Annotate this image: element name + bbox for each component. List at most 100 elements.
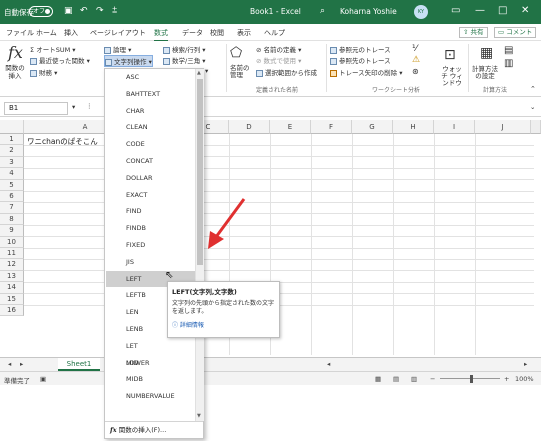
hscroll-left-icon[interactable]: ◂ xyxy=(327,360,330,368)
menu-item-function[interactable]: MIDB xyxy=(106,371,195,388)
row-header[interactable]: 4 xyxy=(0,168,24,180)
evaluate-formula-icon[interactable]: ⊛ xyxy=(412,67,419,76)
lookup-button[interactable]: 検索/行列 ▾ xyxy=(163,44,206,54)
macro-record-icon[interactable]: ▣ xyxy=(40,375,46,383)
scroll-down-icon[interactable]: ▼ xyxy=(197,413,201,419)
row-header[interactable]: 15 xyxy=(0,293,24,305)
prev-sheet-icon[interactable]: ◂ xyxy=(8,360,11,368)
tooltip-more-info-link[interactable]: ⓘ 詳細情報 xyxy=(172,320,275,329)
page-break-view-icon[interactable]: ▥ xyxy=(411,375,417,383)
calc-options-button[interactable]: 計算方法の設定 xyxy=(472,66,498,80)
math-button[interactable]: 数学/三角 ▾ xyxy=(163,55,206,65)
hscroll-right-icon[interactable]: ▸ xyxy=(524,360,527,368)
search-icon[interactable]: ⌕ xyxy=(320,6,325,16)
autosave-toggle[interactable]: オフ xyxy=(29,6,53,17)
menu-item-function[interactable]: CLEAN xyxy=(106,119,195,136)
zoom-slider-thumb[interactable] xyxy=(470,375,473,383)
menu-scrollbar[interactable]: ▲ ▼ xyxy=(195,69,204,421)
undo-icon[interactable]: ↶ xyxy=(80,6,88,16)
tab-formulas[interactable]: 数式 xyxy=(154,28,168,42)
row-header[interactable]: 12 xyxy=(0,259,24,271)
menu-item-function[interactable]: LET xyxy=(106,338,195,355)
row-header[interactable]: 16 xyxy=(0,305,24,317)
tab-review[interactable]: 校閲 xyxy=(210,28,224,38)
insert-function-button[interactable]: 関数の挿入 xyxy=(3,64,27,80)
more-functions-button[interactable]: ▾ xyxy=(205,67,208,75)
menu-item-function[interactable]: FIXED xyxy=(106,237,195,254)
save-icon[interactable]: ▣ xyxy=(64,6,73,16)
menu-item-function[interactable]: ASC xyxy=(106,69,195,86)
close-icon[interactable]: ✕ xyxy=(521,5,529,16)
watch-window-button[interactable]: ウォッチ ウィンドウ xyxy=(440,66,464,87)
tab-home[interactable]: ホーム xyxy=(36,28,57,38)
insert-function-menu-item[interactable]: fx 関数の挿入(F)... xyxy=(105,421,203,438)
menu-item-function[interactable]: MID xyxy=(106,355,195,372)
column-header[interactable]: E xyxy=(270,120,311,134)
tab-page-layout[interactable]: ページレイアウト xyxy=(90,28,146,38)
menu-item-function[interactable]: CODE xyxy=(106,136,195,153)
column-header[interactable]: J xyxy=(475,120,531,134)
row-header[interactable]: 3 xyxy=(0,156,24,169)
menu-item-function[interactable]: CHAR xyxy=(106,103,195,120)
zoom-out-icon[interactable]: − xyxy=(430,375,435,383)
financial-button[interactable]: 財務 ▾ xyxy=(30,67,57,77)
tab-help[interactable]: ヘルプ xyxy=(264,28,285,38)
column-header[interactable]: I xyxy=(434,120,475,134)
define-name-button[interactable]: ⊘ 名前の定義 ▾ xyxy=(256,44,301,54)
calc-now-icon[interactable]: ▤ xyxy=(504,45,513,56)
normal-view-icon[interactable]: ▦ xyxy=(375,375,381,383)
menu-item-function[interactable]: FINDB xyxy=(106,220,195,237)
row-header[interactable]: 8 xyxy=(0,213,24,226)
menu-item-function[interactable]: JIS xyxy=(106,254,195,271)
expand-formula-bar-icon[interactable]: ⌄ xyxy=(530,103,535,111)
zoom-in-icon[interactable]: + xyxy=(504,375,509,383)
logical-button[interactable]: 論理 ▾ xyxy=(104,44,131,54)
remove-arrows-button[interactable]: トレース矢印の削除 ▾ xyxy=(330,67,403,77)
trace-dependents-button[interactable]: 参照先のトレース xyxy=(330,55,391,65)
select-all-corner[interactable] xyxy=(0,120,24,134)
menu-scrollbar-thumb[interactable] xyxy=(197,79,203,265)
redo-icon[interactable]: ↷ xyxy=(96,6,104,16)
row-header[interactable]: 9 xyxy=(0,225,24,237)
customize-qat-icon[interactable]: ⩲ xyxy=(112,6,117,16)
share-button[interactable]: ⇧ 共有 xyxy=(459,27,488,38)
autosum-button[interactable]: Σ オートSUM ▾ xyxy=(30,44,76,54)
row-header[interactable]: 2 xyxy=(0,145,24,157)
scroll-up-icon[interactable]: ▲ xyxy=(197,70,201,76)
vertical-scrollbar[interactable] xyxy=(531,120,541,134)
column-header[interactable]: D xyxy=(229,120,270,134)
create-from-selection-button[interactable]: 選択範囲から作成 xyxy=(256,67,317,77)
page-layout-view-icon[interactable]: ▤ xyxy=(393,375,399,383)
row-header[interactable]: 5 xyxy=(0,179,24,191)
tab-data[interactable]: データ xyxy=(182,28,203,38)
row-header[interactable]: 13 xyxy=(0,270,24,283)
name-box[interactable]: B1 xyxy=(4,102,68,115)
menu-item-function[interactable]: DOLLAR xyxy=(106,170,195,187)
next-sheet-icon[interactable]: ▸ xyxy=(20,360,23,368)
row-header[interactable]: 10 xyxy=(0,236,24,248)
row-header[interactable]: 1 xyxy=(0,134,24,146)
recent-functions-button[interactable]: 最近使った関数 ▾ xyxy=(30,55,90,65)
zoom-level[interactable]: 100% xyxy=(515,375,534,383)
minimize-icon[interactable]: — xyxy=(475,5,485,16)
calc-sheet-icon[interactable]: ▥ xyxy=(504,58,513,69)
show-formulas-icon[interactable]: ⅟ xyxy=(412,44,417,54)
comment-button[interactable]: ▭ コメント xyxy=(494,27,537,38)
name-manager-button[interactable]: 名前の管理 xyxy=(230,65,252,79)
use-in-formula-button[interactable]: ⊘ 数式で使用 ▾ xyxy=(256,55,301,65)
trace-precedents-button[interactable]: 参照元のトレース xyxy=(330,44,391,54)
column-header[interactable]: F xyxy=(311,120,352,134)
collapse-ribbon-icon[interactable]: ⌃ xyxy=(530,85,536,93)
formula-bar-menu-icon[interactable]: ⋮ xyxy=(86,102,93,110)
menu-item-function[interactable]: CONCAT xyxy=(106,153,195,170)
text-functions-button[interactable]: 文字列操作 ▾ xyxy=(104,55,153,67)
sheet-tab[interactable]: Sheet1 xyxy=(58,358,100,371)
menu-item-function[interactable]: EXACT xyxy=(106,187,195,204)
row-header[interactable]: 14 xyxy=(0,282,24,294)
row-header[interactable]: 6 xyxy=(0,191,24,203)
row-header[interactable]: 7 xyxy=(0,202,24,214)
tab-file[interactable]: ファイル xyxy=(6,28,34,38)
tab-view[interactable]: 表示 xyxy=(237,28,251,38)
column-header[interactable]: H xyxy=(393,120,434,134)
maximize-icon[interactable]: □ xyxy=(498,5,507,16)
